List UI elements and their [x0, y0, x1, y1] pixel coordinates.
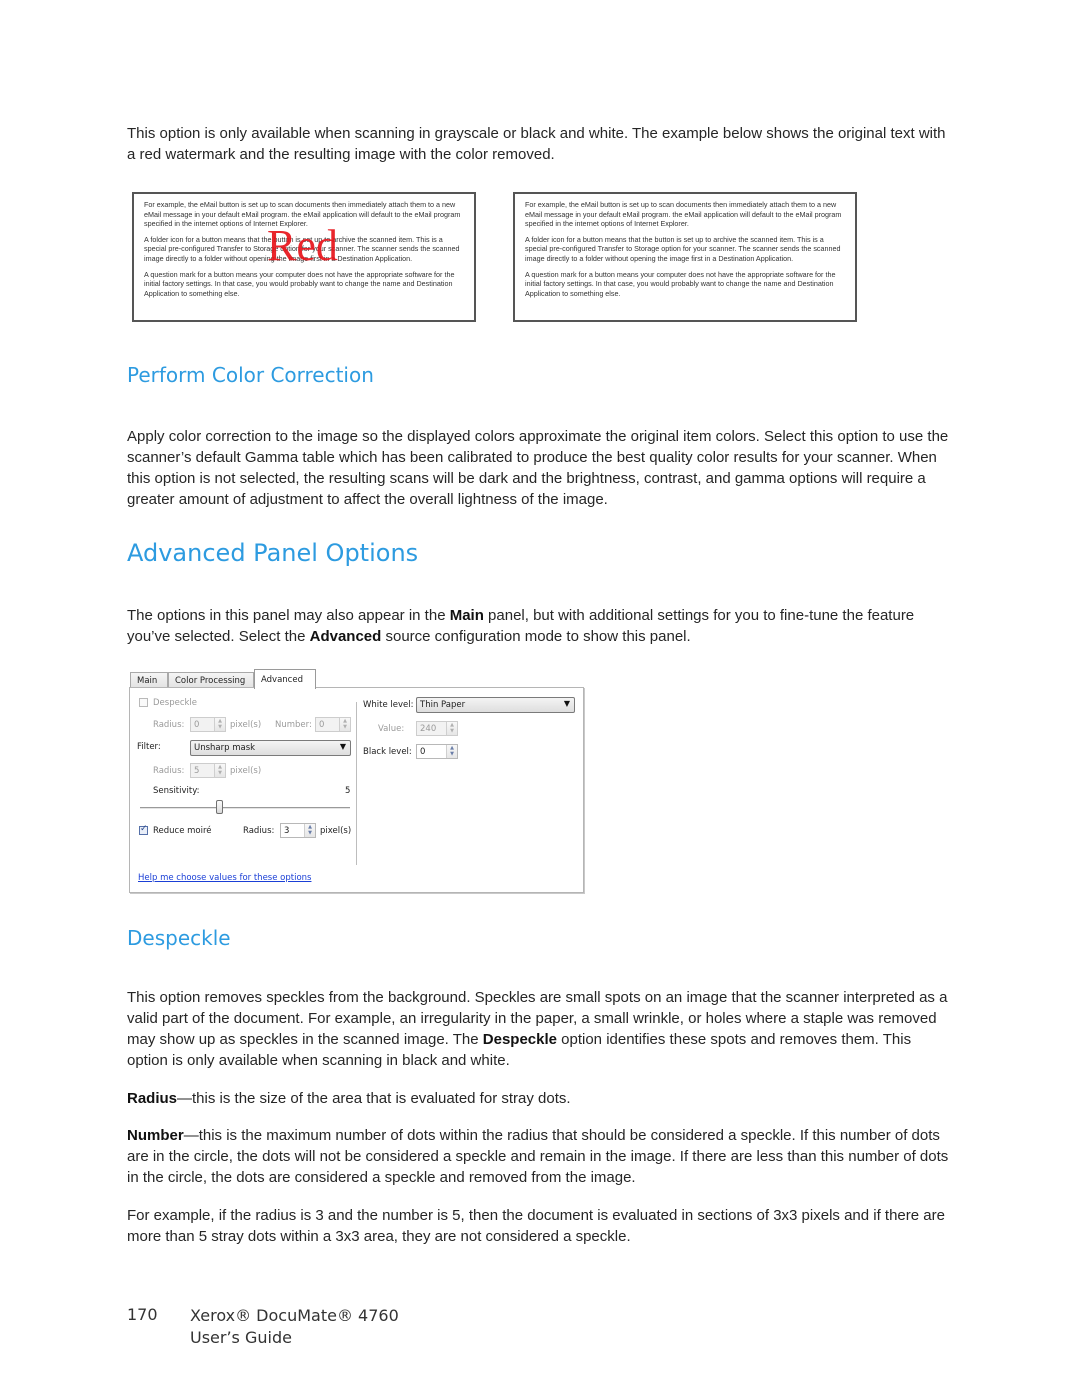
filter-dropdown[interactable]: Unsharp mask ▼ [190, 740, 351, 756]
intro-paragraph: This option is only available when scann… [127, 125, 946, 163]
example-paragraph: For example, if the radius is 3 and the … [127, 1207, 945, 1245]
moire-radius-unit: pixel(s) [320, 826, 352, 836]
reduce-moire-label: Reduce moiré [153, 826, 212, 836]
moire-radius-label: Radius: [243, 826, 275, 836]
chevron-down-icon: ▼ [339, 742, 346, 751]
radius-definition: Radius—this is the size of the area that… [127, 1090, 571, 1107]
value-label: Value: [378, 724, 405, 734]
despeckle-number-label: Number: [275, 720, 312, 730]
sample-paragraph: For example, the eMail button is set up … [525, 200, 842, 229]
despeckle-radius-spinner[interactable]: 0 ▲ ▼ [190, 717, 226, 732]
despeckle-label: Despeckle [153, 698, 198, 708]
spin-down-icon[interactable]: ▼ [215, 724, 225, 730]
despeckle-checkbox[interactable] [139, 698, 148, 707]
despeckle-paragraph: This option removes speckles from the ba… [127, 989, 948, 1069]
despeckle-number-spinner[interactable]: 0 ▲ ▼ [315, 717, 351, 732]
color-correction-paragraph: Apply color correction to the image so t… [127, 428, 949, 508]
tab-advanced[interactable]: Advanced [254, 669, 316, 689]
chevron-down-icon: ▼ [563, 699, 570, 708]
advanced-panel-paragraph: The options in this panel may also appea… [127, 607, 915, 645]
sample-image-with-watermark: For example, the eMail button is set up … [132, 192, 476, 322]
heading-despeckle: Despeckle [127, 926, 231, 950]
white-level-label: White level: [363, 700, 414, 710]
spin-down-icon[interactable]: ▼ [215, 770, 225, 776]
column-divider [356, 702, 357, 865]
filter-radius-label: Radius: [153, 766, 185, 776]
black-level-spinner[interactable]: 0 ▲ ▼ [416, 744, 458, 759]
page-number: 170 [127, 1305, 158, 1324]
advanced-panel-dialog: Main Color Processing Advanced Despeckle… [129, 669, 585, 894]
filter-radius-unit: pixel(s) [230, 766, 262, 776]
tab-main[interactable]: Main [130, 672, 168, 688]
white-level-dropdown[interactable]: Thin Paper ▼ [416, 697, 575, 713]
despeckle-radius-label: Radius: [153, 720, 185, 730]
number-definition: Number—this is the maximum number of dot… [127, 1127, 949, 1186]
red-watermark: Red [267, 221, 338, 270]
sensitivity-slider-thumb[interactable] [216, 800, 223, 814]
despeckle-radius-unit: pixel(s) [230, 720, 262, 730]
spin-down-icon[interactable]: ▼ [305, 830, 315, 836]
filter-radius-spinner[interactable]: 5 ▲ ▼ [190, 763, 226, 778]
filter-label: Filter: [137, 742, 161, 752]
help-choose-values-link[interactable]: Help me choose values for these options [138, 873, 311, 883]
white-value-spinner[interactable]: 240 ▲ ▼ [416, 721, 458, 736]
sensitivity-label: Sensitivity: [153, 786, 200, 796]
tab-color-processing[interactable]: Color Processing [168, 672, 254, 688]
document-title: Xerox® DocuMate® 4760 User’s Guide [190, 1306, 399, 1347]
reduce-moire-checkbox[interactable] [139, 824, 148, 835]
spin-down-icon[interactable]: ▼ [447, 751, 457, 757]
heading-advanced-panel: Advanced Panel Options [127, 539, 419, 567]
sensitivity-slider-track[interactable] [140, 807, 350, 809]
spin-down-icon[interactable]: ▼ [447, 728, 457, 734]
spin-down-icon[interactable]: ▼ [340, 724, 350, 730]
sample-paragraph: A folder icon for a button means that th… [525, 234, 841, 263]
sensitivity-value: 5 [345, 786, 351, 796]
moire-radius-spinner[interactable]: 3 ▲ ▼ [280, 823, 316, 838]
heading-color-correction: Perform Color Correction [127, 363, 374, 387]
advanced-tab-pane: Despeckle Radius: 0 ▲ ▼ pixel(s) Number: … [129, 687, 584, 893]
sample-image-color-removed: For example, the eMail button is set up … [513, 192, 857, 322]
sample-paragraph: A question mark for a button means your … [525, 269, 836, 298]
black-level-label: Black level: [363, 747, 412, 757]
sample-paragraph: A question mark for a button means your … [144, 269, 455, 298]
